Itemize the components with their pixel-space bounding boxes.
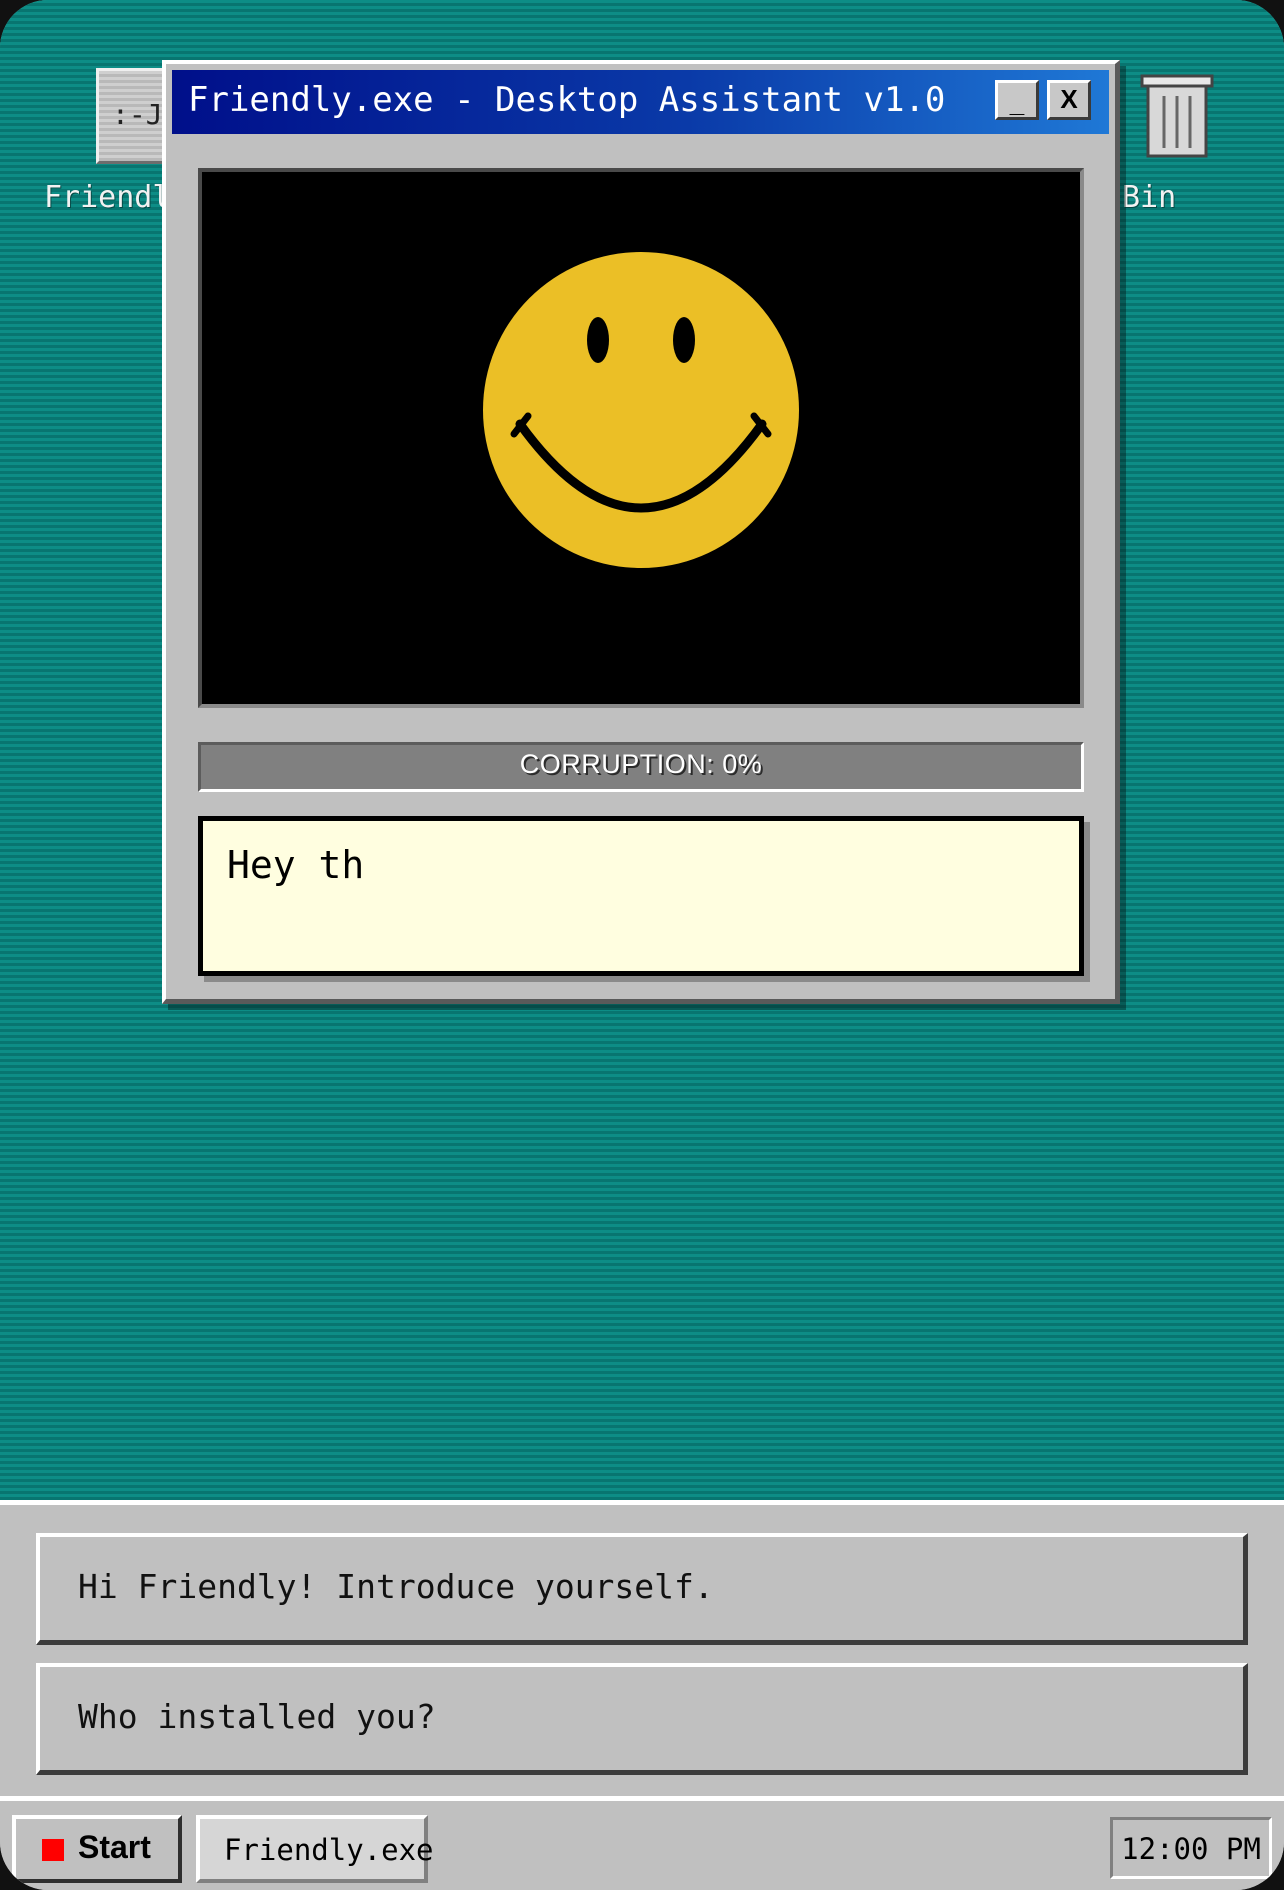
choice-panel: Hi Friendly! Introduce yourself. Who ins…: [0, 1500, 1284, 1796]
device-screen: :-J Friendl Bin Friendly.exe - Desktop A…: [0, 0, 1284, 1890]
minimize-button[interactable]: _: [995, 80, 1039, 120]
corruption-meter: CORRUPTION: 0%: [198, 742, 1084, 792]
close-button[interactable]: X: [1047, 80, 1091, 120]
close-icon: X: [1060, 84, 1078, 114]
friendly-window: Friendly.exe - Desktop Assistant v1.0 _ …: [162, 60, 1120, 1004]
taskbar: Start Friendly.exe 12:00 PM: [0, 1796, 1284, 1890]
minimize-icon: _: [1009, 88, 1025, 118]
start-button[interactable]: Start: [12, 1815, 182, 1883]
start-label: Start: [78, 1829, 151, 1865]
desktop-icon-label-bin[interactable]: Bin: [1122, 180, 1176, 215]
choice-label: Hi Friendly! Introduce yourself.: [78, 1567, 714, 1606]
desktop: :-J Friendl Bin Friendly.exe - Desktop A…: [0, 0, 1284, 1500]
window-title: Friendly.exe - Desktop Assistant v1.0: [188, 80, 946, 120]
friendly-icon-glyph: :-J: [112, 98, 163, 131]
desktop-icon-label-friendly[interactable]: Friendl: [44, 180, 170, 215]
taskbar-item-label: Friendly.exe: [224, 1833, 434, 1867]
start-icon: [42, 1839, 64, 1861]
smiley-face-icon: [202, 172, 1080, 704]
system-clock: 12:00 PM: [1110, 1817, 1272, 1879]
recycle-bin-icon[interactable]: [1138, 70, 1216, 160]
window-titlebar[interactable]: Friendly.exe - Desktop Assistant v1.0 _ …: [172, 70, 1109, 134]
clock-label: 12:00 PM: [1121, 1832, 1261, 1866]
speech-bubble: Hey th: [198, 816, 1084, 976]
taskbar-item-friendly[interactable]: Friendly.exe: [196, 1815, 434, 1883]
choice-who-installed-button[interactable]: Who installed you?: [36, 1663, 1248, 1775]
speech-text: Hey th: [227, 843, 365, 887]
choice-introduce-button[interactable]: Hi Friendly! Introduce yourself.: [36, 1533, 1248, 1645]
avatar-viewport: [198, 168, 1084, 708]
choice-label: Who installed you?: [78, 1697, 436, 1736]
corruption-label: CORRUPTION: 0%: [519, 749, 763, 779]
